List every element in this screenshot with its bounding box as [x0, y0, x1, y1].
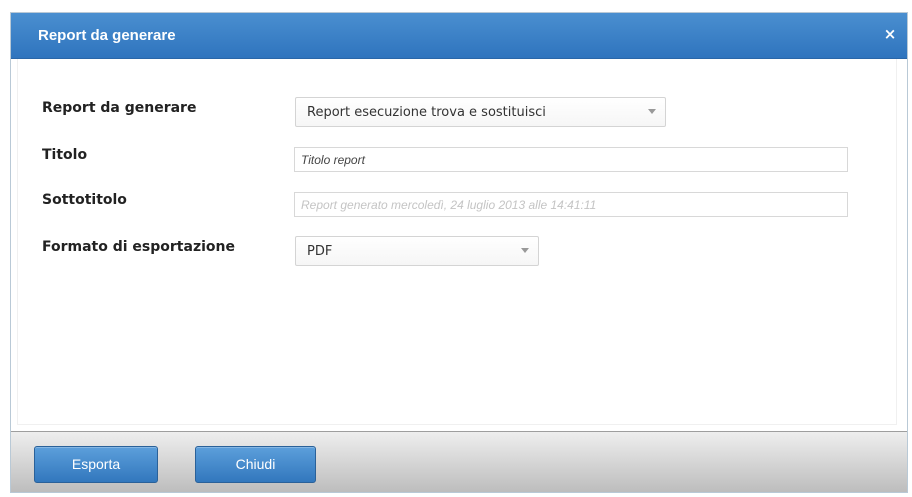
- close-button[interactable]: Chiudi: [195, 446, 316, 483]
- close-icon[interactable]: ×: [881, 25, 899, 43]
- subtitle-label: Sottotitolo: [42, 192, 127, 208]
- chevron-down-icon: [521, 248, 529, 253]
- dialog-titlebar: Report da generare ×: [11, 13, 907, 59]
- export-button[interactable]: Esporta: [34, 446, 158, 483]
- form-panel: Report da generare Report esecuzione tro…: [17, 59, 897, 425]
- title-label: Titolo: [42, 147, 88, 163]
- dialog-title: Report da generare: [38, 27, 176, 44]
- export-format-value: PDF: [307, 244, 333, 259]
- dialog-body: Report da generare Report esecuzione tro…: [11, 59, 907, 431]
- report-type-select[interactable]: Report esecuzione trova e sostituisci: [295, 97, 666, 127]
- report-dialog: Report da generare × Report da generare …: [10, 12, 908, 493]
- report-type-label: Report da generare: [42, 100, 197, 116]
- export-format-label: Formato di esportazione: [42, 239, 235, 255]
- export-format-select[interactable]: PDF: [295, 236, 539, 266]
- dialog-footer: Esporta Chiudi: [11, 431, 907, 492]
- chevron-down-icon: [648, 109, 656, 114]
- report-type-value: Report esecuzione trova e sostituisci: [307, 105, 546, 120]
- title-input[interactable]: [294, 147, 848, 172]
- subtitle-input[interactable]: [294, 192, 848, 217]
